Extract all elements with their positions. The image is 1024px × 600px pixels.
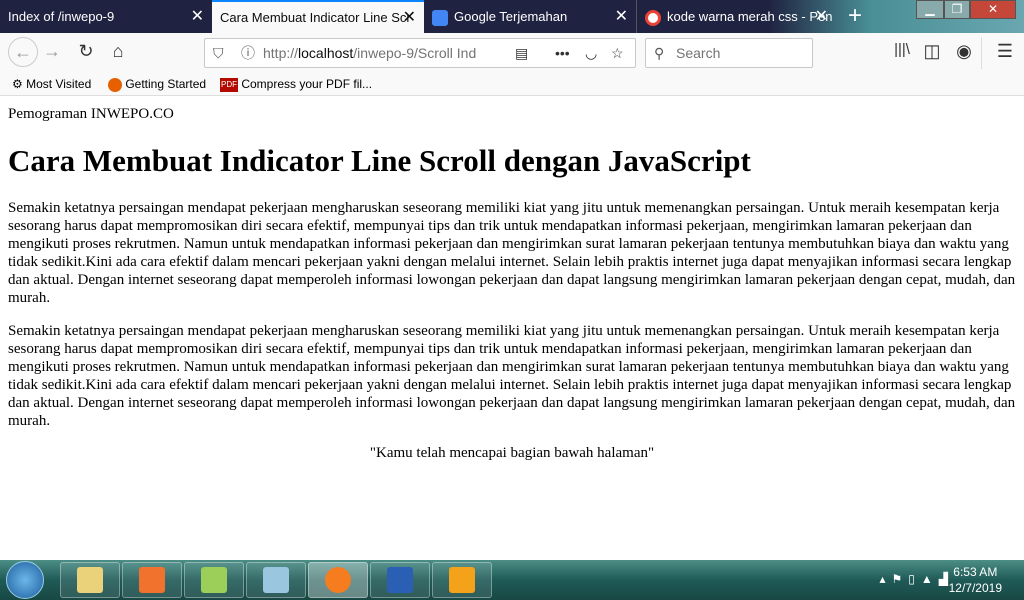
calculator-app[interactable] [246, 562, 306, 598]
paragraph: Semakin ketatnya persaingan mendapat pek… [8, 200, 1016, 306]
system-tray[interactable]: ▴⚑▯▲▟ [880, 572, 955, 586]
site-brand: Pemograman INWEPO.CO [8, 106, 174, 122]
winamp-app[interactable] [432, 562, 492, 598]
tab-index-of[interactable]: Index of /inwepo-9 ✕ [0, 0, 212, 33]
minimize-button[interactable]: ▁ [916, 0, 944, 19]
bookmark-getting-started[interactable]: Getting Started [108, 73, 206, 95]
clock[interactable]: 6:53 AM 12/7/2019 [949, 564, 1002, 596]
tab-cara-membuat[interactable]: Cara Membuat Indicator Line Scr ✕ [212, 0, 424, 33]
paragraph: Semakin ketatnya persaingan mendapat pek… [8, 323, 1016, 429]
forward-button[interactable]: → [40, 41, 64, 62]
tab-title: kode warna merah css - Pen [667, 9, 833, 24]
close-window-button[interactable]: ✕ [970, 0, 1016, 19]
pdf-icon: PDF [220, 77, 238, 92]
bookmark-compress-pdf[interactable]: PDF Compress your PDF fil... [220, 73, 372, 95]
back-button[interactable]: ← [8, 37, 38, 67]
firefox-icon [108, 77, 122, 92]
bookmark-star-icon[interactable]: ☆ [611, 39, 624, 67]
tab-title: Index of /inwepo-9 [8, 9, 115, 24]
xampp-app[interactable] [122, 562, 182, 598]
bookmarks-bar: ⚙ Most Visited Getting Started PDF Compr… [0, 73, 1024, 96]
info-icon: ⓘ [241, 45, 255, 61]
tab-title: Google Terjemahan [454, 9, 568, 24]
tab-title: Cara Membuat Indicator Line Scr [220, 10, 411, 25]
tab-kode-warna[interactable]: kode warna merah css - Pen ✕ [636, 0, 836, 33]
tab-google-terjemahan[interactable]: Google Terjemahan ✕ [424, 0, 636, 33]
search-icon: ⚲ [654, 45, 665, 61]
page-title: Cara Membuat Indicator Line Scroll denga… [8, 143, 751, 178]
tab-bar: Index of /inwepo-9 ✕ Cara Membuat Indicat… [0, 0, 1024, 33]
nav-toolbar: ← → ↻ ⌂ ⛉ ⓘ http://localhost/inwepo-9/Sc… [0, 33, 1024, 73]
close-icon[interactable]: ✕ [815, 0, 828, 33]
close-icon[interactable]: ✕ [403, 2, 416, 33]
page-content: Pemograman INWEPO.CO Cara Membuat Indica… [0, 96, 1024, 560]
gear-icon: ⚙ [12, 77, 23, 91]
search-input[interactable]: ⚲ Search [645, 38, 813, 68]
start-button[interactable] [6, 561, 44, 599]
account-icon[interactable]: ◉ [952, 41, 976, 62]
word-app[interactable] [370, 562, 430, 598]
library-icon[interactable]: |||\ [890, 41, 914, 58]
firefox-app[interactable] [308, 562, 368, 598]
bookmark-most-visited[interactable]: ⚙ Most Visited [12, 73, 91, 95]
page-actions-icon[interactable]: ••• [555, 39, 570, 67]
new-tab-button[interactable]: + [848, 3, 862, 29]
reload-button[interactable]: ↻ [74, 41, 98, 62]
restore-button[interactable]: ❐ [944, 0, 970, 19]
close-icon[interactable]: ✕ [615, 0, 628, 33]
pocket-icon[interactable]: ◡ [585, 39, 597, 67]
close-icon[interactable]: ✕ [191, 0, 204, 33]
google-translate-icon [432, 9, 448, 26]
menu-icon[interactable]: ☰ [993, 41, 1017, 62]
explorer-app[interactable] [60, 562, 120, 598]
notepad-app[interactable] [184, 562, 244, 598]
search-placeholder: Search [676, 45, 721, 61]
home-button[interactable]: ⌂ [106, 41, 130, 62]
end-of-page-text: "Kamu telah mencapai bagian bawah halama… [369, 445, 655, 461]
url-bar[interactable]: ⛉ ⓘ http://localhost/inwepo-9/Scroll Ind… [204, 38, 636, 68]
shield-icon: ⛉ [213, 45, 224, 61]
taskbar: ▴⚑▯▲▟ 6:53 AM 12/7/2019 [0, 560, 1024, 600]
reader-view-icon[interactable]: ▤ [515, 39, 528, 67]
google-icon [645, 9, 661, 26]
sidebar-icon[interactable]: ◫ [920, 41, 944, 62]
url-text: http://localhost/inwepo-9/Scroll Ind [263, 45, 477, 61]
